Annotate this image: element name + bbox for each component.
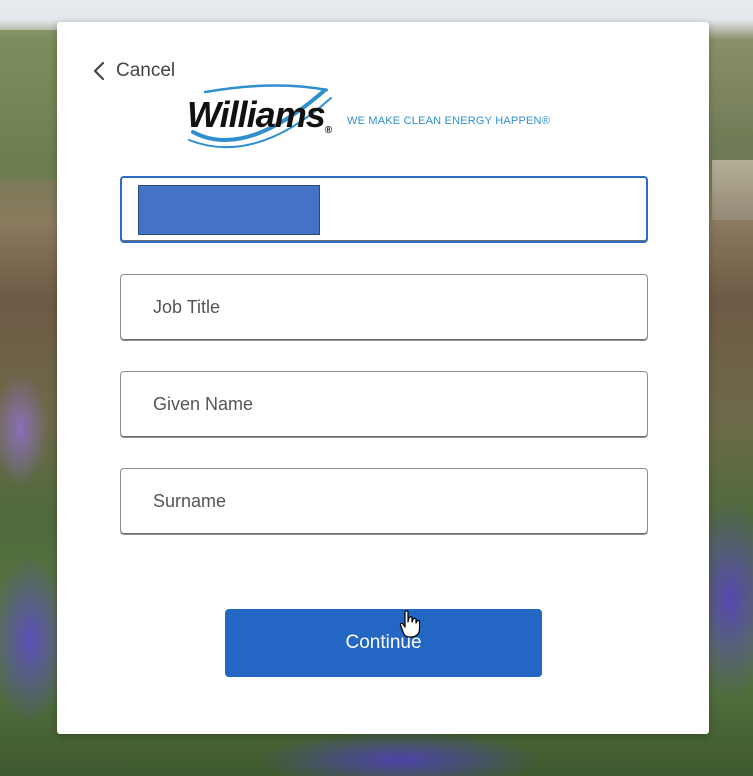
- signup-card: Cancel Williams® WE MAKE CLEAN ENERGY HA…: [57, 22, 709, 734]
- surname-input[interactable]: [151, 490, 647, 513]
- cancel-link[interactable]: Cancel: [90, 59, 175, 83]
- background-hill: [0, 30, 60, 180]
- given-name-field[interactable]: [120, 371, 648, 438]
- cancel-label: Cancel: [116, 60, 176, 81]
- redacted-value: [138, 185, 320, 235]
- surname-field[interactable]: [120, 468, 648, 535]
- logo-tagline: WE MAKE CLEAN ENERGY HAPPEN®: [347, 115, 550, 127]
- continue-button[interactable]: Continue: [225, 609, 542, 677]
- chevron-left-icon: [90, 59, 110, 83]
- email-field[interactable]: [120, 176, 648, 243]
- job-title-input[interactable]: [151, 296, 647, 319]
- given-name-input[interactable]: [151, 393, 647, 416]
- hand-cursor-icon: [399, 610, 421, 638]
- background-structure: [712, 160, 753, 220]
- job-title-field[interactable]: [120, 274, 648, 341]
- logo-wordmark: Williams®: [187, 94, 332, 136]
- williams-logo: Williams® WE MAKE CLEAN ENERGY HAPPEN®: [185, 82, 595, 160]
